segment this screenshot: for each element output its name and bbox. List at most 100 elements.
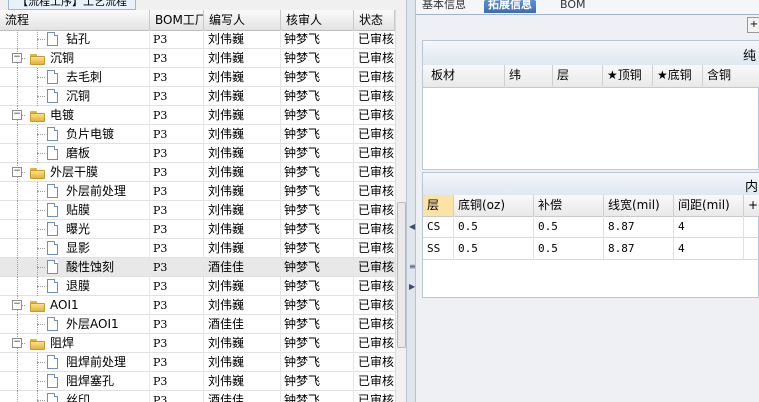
column-header-compensation[interactable]: 补偿 (534, 195, 604, 216)
column-header-layer[interactable]: 层 (423, 195, 454, 216)
collapse-right-icon[interactable]: ▶ (409, 282, 415, 291)
tree-row[interactable]: 外层前处理 P3 刘伟巍 钟梦飞 已审核 (0, 182, 395, 201)
tree-row[interactable]: − 电镀 P3 刘伟巍 钟梦飞 已审核 (0, 106, 395, 125)
column-header-layer[interactable]: 层 (553, 65, 603, 86)
document-icon (47, 32, 58, 46)
cell-status: 已审核 (358, 317, 395, 331)
cell-bom-factory: P3 (153, 280, 168, 293)
cell-status: 已审核 (358, 298, 395, 312)
cell-author: 刘伟巍 (208, 51, 245, 65)
tree-row[interactable]: 酸性蚀刻 P3 酒佳佳 钟梦飞 已审核 (0, 258, 395, 277)
panel-splitter[interactable]: ◀ ≡ ▶ (406, 0, 416, 402)
folder-icon (30, 338, 46, 350)
document-icon (47, 374, 58, 388)
tab-bom[interactable]: BOM (556, 0, 590, 13)
tree-node-label: 阻焊塞孔 (66, 374, 115, 388)
expand-collapse-icon[interactable]: − (12, 110, 22, 120)
tree-node-label: 贴膜 (66, 203, 91, 217)
cell-reviewer: 钟梦飞 (284, 241, 321, 255)
column-header-weft[interactable]: 纬 (505, 65, 553, 86)
column-header-copper-content[interactable]: 含铜 (703, 65, 759, 86)
tree-row[interactable]: 外层AOI1 P3 酒佳佳 钟梦飞 已审核 (0, 315, 395, 334)
column-header-top-copper[interactable]: ★顶铜 (603, 65, 653, 86)
cell-compensation[interactable]: 0.5 (534, 238, 604, 260)
tab-extended-info[interactable]: 拓展信息 (484, 0, 536, 13)
cell-reviewer: 钟梦飞 (284, 108, 321, 122)
inner-layer-title: 内 (744, 180, 758, 195)
expand-collapse-icon[interactable]: − (12, 300, 22, 310)
cell-extra[interactable] (744, 216, 759, 238)
cell-reviewer: 钟梦飞 (284, 317, 321, 331)
tree-row[interactable]: − 外层干膜 P3 刘伟巍 钟梦飞 已审核 (0, 163, 395, 182)
cell-line-width[interactable]: 8.87 (604, 216, 674, 238)
cell-author: 刘伟巍 (208, 32, 245, 46)
table-row[interactable]: CS 0.5 0.5 8.87 4 (423, 216, 759, 238)
column-header-more[interactable]: + (744, 195, 759, 216)
column-header-base-copper[interactable]: 底铜(oz) (454, 195, 534, 216)
cell-spacing[interactable]: 4 (674, 238, 744, 260)
tree-grid-header: 流程 BOM工厂 编写人 核审人 状态 (0, 10, 395, 31)
tab-process-flow[interactable]: 【流程工序】工艺流程 (8, 0, 136, 10)
tree-node-label: 磨板 (66, 146, 91, 160)
cell-base-copper[interactable]: 0.5 (454, 216, 534, 238)
tree-row[interactable]: 退膜 P3 刘伟巍 钟梦飞 已审核 (0, 277, 395, 296)
cell-bom-factory: P3 (153, 128, 168, 141)
cell-status: 已审核 (358, 374, 395, 388)
cell-bom-factory: P3 (153, 90, 168, 103)
cell-bom-factory: P3 (153, 52, 168, 65)
cell-reviewer: 钟梦飞 (284, 165, 321, 179)
cell-bom-factory: P3 (153, 356, 168, 369)
tree-row[interactable]: 丝印 P3 酒佳佳 钟梦飞 已审核 (0, 391, 395, 402)
tree-row[interactable]: 阻焊前处理 P3 刘伟巍 钟梦飞 已审核 (0, 353, 395, 372)
column-header-status[interactable]: 状态 (354, 10, 395, 30)
cell-reviewer: 钟梦飞 (284, 260, 321, 274)
cell-author: 刘伟巍 (208, 279, 245, 293)
document-icon (47, 260, 58, 274)
tree-row[interactable]: − 沉铜 P3 刘伟巍 钟梦飞 已审核 (0, 49, 395, 68)
tree-node-label: 沉铜 (50, 51, 75, 65)
tree-row[interactable]: 显影 P3 刘伟巍 钟梦飞 已审核 (0, 239, 395, 258)
cell-reviewer: 钟梦飞 (284, 32, 321, 46)
cell-spacing[interactable]: 4 (674, 216, 744, 238)
cell-extra[interactable] (744, 238, 759, 260)
tree-row[interactable]: 钻孔 P3 刘伟巍 钟梦飞 已审核 (0, 30, 395, 49)
document-icon (47, 279, 58, 293)
document-icon (47, 127, 58, 141)
column-header-spacing[interactable]: 间距(mil) (674, 195, 744, 216)
cell-compensation[interactable]: 0.5 (534, 216, 604, 238)
column-header-author[interactable]: 编写人 (204, 10, 281, 30)
tab-basic-info[interactable]: 基本信息 (418, 0, 470, 13)
column-header-bom-factory[interactable]: BOM工厂 (150, 10, 204, 30)
cell-author: 刘伟巍 (208, 165, 245, 179)
tree-row[interactable]: 去毛刺 P3 刘伟巍 钟梦飞 已审核 (0, 68, 395, 87)
collapse-left-icon[interactable]: ◀ (409, 222, 415, 231)
cell-base-copper[interactable]: 0.5 (454, 238, 534, 260)
tree-row[interactable]: − AOI1 P3 刘伟巍 钟梦飞 已审核 (0, 296, 395, 315)
tree-row[interactable]: 沉铜 P3 刘伟巍 钟梦飞 已审核 (0, 87, 395, 106)
expand-collapse-icon[interactable]: − (12, 53, 22, 63)
column-header-line-width[interactable]: 线宽(mil) (604, 195, 674, 216)
more-button[interactable]: + (747, 17, 759, 33)
cell-line-width[interactable]: 8.87 (604, 238, 674, 260)
tree-row[interactable]: 磨板 P3 刘伟巍 钟梦飞 已审核 (0, 144, 395, 163)
tree-row[interactable]: − 阻焊 P3 刘伟巍 钟梦飞 已审核 (0, 334, 395, 353)
tree-node-label: 丝印 (66, 393, 91, 402)
tree-row[interactable]: 曝光 P3 刘伟巍 钟梦飞 已审核 (0, 220, 395, 239)
tree-row[interactable]: 阻焊塞孔 P3 刘伟巍 钟梦飞 已审核 (0, 372, 395, 391)
expand-collapse-icon[interactable]: − (12, 338, 22, 348)
cell-bom-factory: P3 (153, 318, 168, 331)
cell-layer[interactable]: CS (423, 216, 454, 238)
folder-icon (30, 110, 46, 122)
tree-vertical-scrollbar[interactable] (395, 10, 406, 402)
column-header-reviewer[interactable]: 核审人 (281, 10, 354, 30)
column-header-board[interactable]: 板材 (423, 65, 505, 86)
tree-node-label: 阻焊 (50, 336, 75, 350)
tree-row[interactable]: 负片电镀 P3 刘伟巍 钟梦飞 已审核 (0, 125, 395, 144)
column-header-bottom-copper[interactable]: ★底铜 (653, 65, 703, 86)
tree-row[interactable]: 贴膜 P3 刘伟巍 钟梦飞 已审核 (0, 201, 395, 220)
scrollbar-thumb[interactable] (397, 202, 406, 348)
column-header-process[interactable]: 流程 (0, 10, 150, 30)
expand-collapse-icon[interactable]: − (12, 167, 22, 177)
table-row[interactable]: SS 0.5 0.5 8.87 4 (423, 238, 759, 260)
cell-layer[interactable]: SS (423, 238, 454, 260)
